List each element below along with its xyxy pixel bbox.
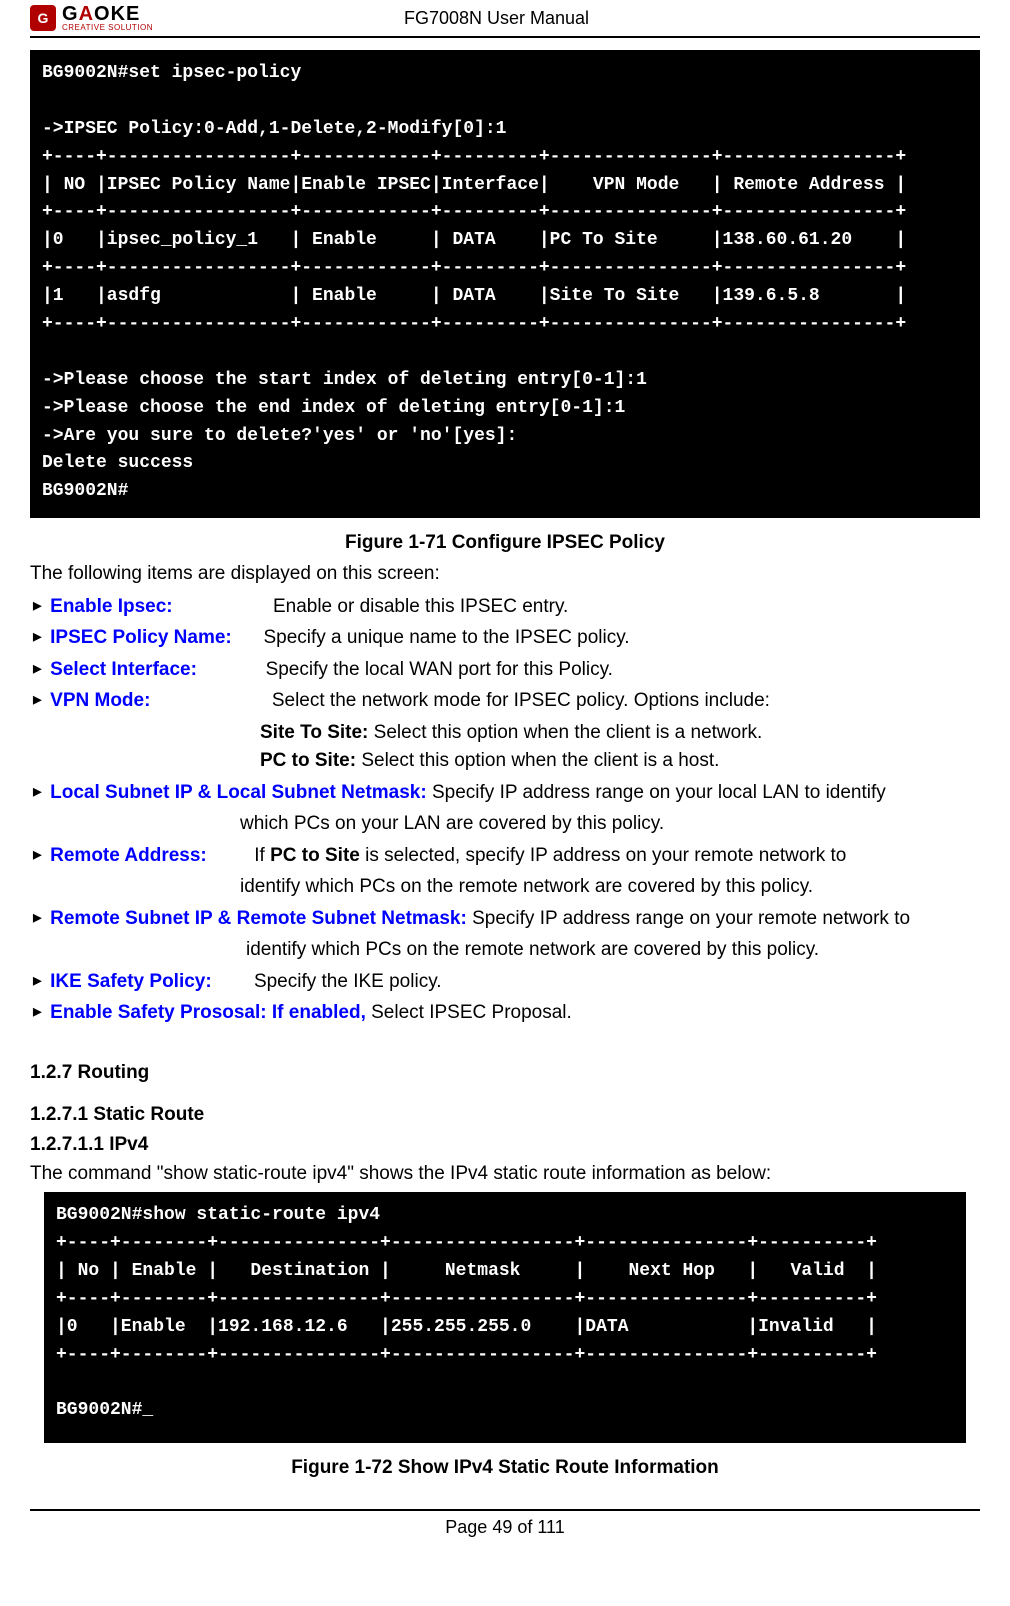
- heading-static-route: 1.2.7.1 Static Route: [30, 1104, 980, 1126]
- bullet-arrow-icon: ►: [30, 597, 45, 614]
- brand-tagline: CREATIVE SOLUTION: [62, 24, 153, 32]
- heading-routing: 1.2.7 Routing: [30, 1062, 980, 1084]
- item-desc: Select the network mode for IPSEC policy…: [272, 690, 770, 711]
- bullet-arrow-icon: ►: [30, 692, 45, 709]
- bullet-arrow-icon: ►: [30, 909, 45, 926]
- item-remote-subnet-cont: identify which PCs on the remote network…: [246, 936, 980, 965]
- logo-icon: G: [30, 5, 56, 31]
- logo-brand: GAOKE: [62, 4, 153, 24]
- item-safety-proposal: ► Enable Safety Prososal: If enabled, Se…: [30, 999, 980, 1028]
- item-desc-suffix: is selected, specify IP address on your …: [360, 845, 847, 866]
- item-desc: Specify the IKE policy.: [254, 971, 442, 992]
- page-footer: Page 49 of 111: [30, 1517, 980, 1538]
- bullet-arrow-icon: ►: [30, 783, 45, 800]
- item-label: IPSEC Policy Name:: [50, 627, 232, 648]
- footer-rule: [30, 1509, 980, 1511]
- item-vpn-mode: ► VPN Mode: Select the network mode for …: [30, 687, 980, 716]
- bullet-arrow-icon: ►: [30, 629, 45, 646]
- intro-text-1: The following items are displayed on thi…: [30, 560, 980, 589]
- item-label: Enable Ipsec:: [50, 596, 173, 617]
- brand-part-red: A: [79, 3, 94, 25]
- item-policy-name: ► IPSEC Policy Name: Specify a unique na…: [30, 624, 980, 653]
- figure-1-71-caption: Figure 1-71 Configure IPSEC Policy: [30, 532, 980, 554]
- item-remote-address-cont: identify which PCs on the remote network…: [240, 873, 980, 902]
- intro-text-2: The command "show static-route ipv4" sho…: [30, 1160, 980, 1189]
- header-rule: [30, 36, 980, 38]
- item-desc: Select IPSEC Proposal.: [366, 1002, 572, 1023]
- item-desc-bold: PC to Site: [270, 845, 360, 866]
- item-label: Select Interface:: [50, 659, 197, 680]
- item-label: Local Subnet IP & Local Subnet Netmask:: [50, 782, 427, 803]
- item-label: VPN Mode:: [50, 690, 150, 711]
- item-desc: Specify the local WAN port for this Poli…: [266, 659, 613, 680]
- bullet-arrow-icon: ►: [30, 972, 45, 989]
- bullet-arrow-icon: ►: [30, 1004, 45, 1021]
- bullet-arrow-icon: ►: [30, 846, 45, 863]
- heading-ipv4: 1.2.7.1.1 IPv4: [30, 1134, 980, 1156]
- vpn-mode-option-pc: PC to Site: Select this option when the …: [260, 747, 980, 776]
- item-remote-subnet: ► Remote Subnet IP & Remote Subnet Netma…: [30, 905, 980, 934]
- item-label: IKE Safety Policy:: [50, 971, 212, 992]
- bullet-arrow-icon: ►: [30, 660, 45, 677]
- item-label: Remote Subnet IP & Remote Subnet Netmask…: [50, 908, 467, 929]
- brand-logo: G GAOKE CREATIVE SOLUTION: [30, 4, 153, 32]
- figure-1-72-caption: Figure 1-72 Show IPv4 Static Route Infor…: [30, 1457, 980, 1479]
- item-enable-ipsec: ► Enable Ipsec: Enable or disable this I…: [30, 593, 980, 622]
- item-select-interface: ► Select Interface: Specify the local WA…: [30, 656, 980, 685]
- vpn-mode-option-site: Site To Site: Select this option when th…: [260, 719, 980, 748]
- option-bold: PC to Site:: [260, 750, 356, 771]
- option-bold: Site To Site:: [260, 722, 368, 743]
- page-header: G GAOKE CREATIVE SOLUTION FG7008N User M…: [30, 0, 980, 34]
- item-desc-prefix: If: [254, 845, 270, 866]
- item-label: Remote Address:: [50, 845, 207, 866]
- doc-title: FG7008N User Manual: [404, 8, 589, 29]
- item-local-subnet: ► Local Subnet IP & Local Subnet Netmask…: [30, 779, 980, 808]
- item-remote-address: ► Remote Address: If PC to Site is selec…: [30, 842, 980, 871]
- brand-part-1: G: [62, 3, 79, 25]
- item-desc-a: Specify IP address range on your remote …: [467, 908, 910, 929]
- item-desc: Specify a unique name to the IPSEC polic…: [263, 627, 629, 648]
- item-label: Enable Safety Prososal: If enabled,: [50, 1002, 366, 1023]
- item-desc-a: Specify IP address range on your local L…: [427, 782, 886, 803]
- item-local-subnet-cont: which PCs on your LAN are covered by thi…: [240, 810, 980, 839]
- option-desc: Select this option when the client is a …: [356, 750, 719, 771]
- terminal-ipsec-policy: BG9002N#set ipsec-policy ->IPSEC Policy:…: [30, 50, 980, 518]
- item-ike-policy: ► IKE Safety Policy: Specify the IKE pol…: [30, 968, 980, 997]
- brand-part-2: OKE: [94, 3, 140, 25]
- option-desc: Select this option when the client is a …: [368, 722, 762, 743]
- item-desc: Enable or disable this IPSEC entry.: [273, 596, 568, 617]
- terminal-static-route: BG9002N#show static-route ipv4 +----+---…: [44, 1192, 966, 1443]
